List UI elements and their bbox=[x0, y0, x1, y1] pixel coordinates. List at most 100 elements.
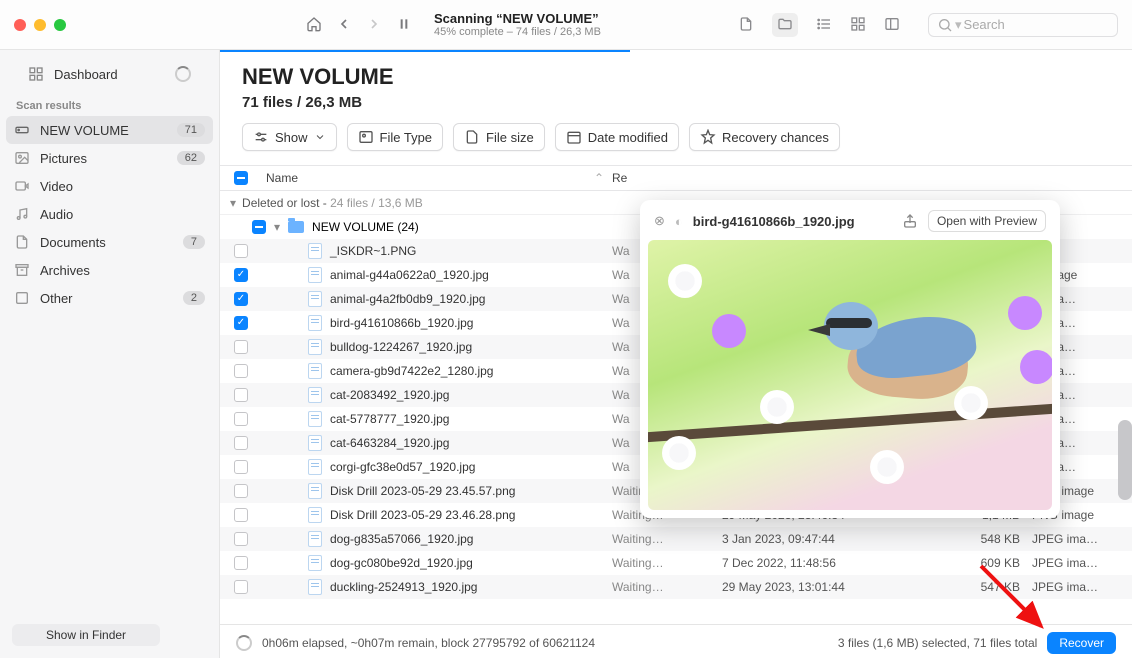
spinner-icon bbox=[236, 635, 252, 651]
date-modified: 3 Jan 2023, 09:47:44 bbox=[722, 532, 942, 546]
row-checkbox[interactable] bbox=[234, 268, 248, 282]
file-name: _ISKDR~1.PNG bbox=[330, 244, 416, 258]
file-name: dog-gc080be92d_1920.jpg bbox=[330, 556, 473, 570]
status-scan-text: 0h06m elapsed, ~0h07m remain, block 2779… bbox=[262, 636, 595, 650]
column-recovery[interactable]: Re bbox=[612, 171, 722, 185]
row-checkbox[interactable] bbox=[234, 460, 248, 474]
file-icon bbox=[308, 291, 322, 307]
file-row[interactable]: dog-gc080be92d_1920.jpg Waiting…7 Dec 202… bbox=[220, 551, 1132, 575]
date-modified: 7 Dec 2022, 11:48:56 bbox=[722, 556, 942, 570]
row-checkbox[interactable] bbox=[234, 244, 248, 258]
dashboard-icon bbox=[28, 66, 44, 82]
scan-title: Scanning “NEW VOLUME” bbox=[434, 11, 601, 26]
close-window-icon[interactable] bbox=[14, 19, 26, 31]
other-icon bbox=[14, 290, 30, 306]
sidebar-item-new-volume[interactable]: NEW VOLUME 71 bbox=[6, 116, 213, 144]
file-kind: JPEG ima… bbox=[1032, 532, 1132, 546]
pause-icon[interactable] bbox=[396, 16, 412, 34]
star-icon bbox=[700, 129, 716, 145]
row-checkbox[interactable] bbox=[234, 508, 248, 522]
column-name[interactable]: Name ⌃ bbox=[262, 171, 612, 185]
volume-title: NEW VOLUME bbox=[242, 64, 1110, 90]
file-name: bulldog-1224267_1920.jpg bbox=[330, 340, 472, 354]
close-preview-icon[interactable]: ⊗ bbox=[654, 213, 665, 229]
audio-icon bbox=[14, 206, 30, 222]
row-checkbox[interactable] bbox=[234, 532, 248, 546]
table-header: Name ⌃ Re bbox=[220, 165, 1132, 191]
file-icon bbox=[308, 411, 322, 427]
file-icon bbox=[308, 579, 322, 595]
archive-icon bbox=[14, 262, 30, 278]
file-name: bird-g41610866b_1920.jpg bbox=[330, 316, 473, 330]
file-icon bbox=[308, 243, 322, 259]
row-checkbox[interactable] bbox=[234, 556, 248, 570]
list-view-icon[interactable] bbox=[816, 16, 832, 34]
file-size-chip[interactable]: File size bbox=[453, 123, 545, 151]
folder-checkbox[interactable] bbox=[252, 220, 266, 234]
sidebar-item-other[interactable]: Other 2 bbox=[0, 284, 219, 312]
back-icon[interactable] bbox=[336, 16, 352, 34]
sidebar-item-video[interactable]: Video bbox=[0, 172, 219, 200]
search-input[interactable]: ▾ Search bbox=[928, 13, 1118, 37]
file-name: dog-g835a57066_1920.jpg bbox=[330, 532, 473, 546]
share-icon[interactable] bbox=[902, 213, 918, 230]
file-icon bbox=[308, 483, 322, 499]
sidebar-item-pictures[interactable]: Pictures 62 bbox=[0, 144, 219, 172]
row-checkbox[interactable] bbox=[234, 292, 248, 306]
file-kind: JPEG ima… bbox=[1032, 580, 1132, 594]
recovery-status: Waiting… bbox=[612, 532, 722, 546]
file-name: animal-g4a2fb0db9_1920.jpg bbox=[330, 292, 485, 306]
file-size: 548 KB bbox=[942, 532, 1032, 546]
sidebar-item-archives[interactable]: Archives bbox=[0, 256, 219, 284]
file-icon bbox=[308, 459, 322, 475]
window-controls[interactable] bbox=[14, 19, 66, 31]
sidebar-item-documents[interactable]: Documents 7 bbox=[0, 228, 219, 256]
row-checkbox[interactable] bbox=[234, 364, 248, 378]
home-icon[interactable] bbox=[306, 16, 322, 34]
volume-subtitle: 71 files / 26,3 MB bbox=[242, 94, 1110, 111]
file-name: cat-2083492_1920.jpg bbox=[330, 388, 449, 402]
row-checkbox[interactable] bbox=[234, 484, 248, 498]
grid-view-icon[interactable] bbox=[850, 16, 866, 34]
recovery-status: Waiting… bbox=[612, 556, 722, 570]
forward-icon[interactable] bbox=[366, 16, 382, 34]
open-with-preview-button[interactable]: Open with Preview bbox=[928, 210, 1046, 232]
sidebar-toggle-icon[interactable] bbox=[884, 16, 900, 34]
scrollbar-thumb[interactable] bbox=[1118, 420, 1132, 500]
scan-progress-bar bbox=[220, 50, 630, 52]
file-type-chip[interactable]: File Type bbox=[347, 123, 444, 151]
results-header: NEW VOLUME 71 files / 26,3 MB bbox=[220, 50, 1132, 123]
file-name: duckling-2524913_1920.jpg bbox=[330, 580, 477, 594]
recover-button[interactable]: Recover bbox=[1047, 632, 1116, 654]
file-name: cat-5778777_1920.jpg bbox=[330, 412, 449, 426]
show-in-finder-button[interactable]: Show in Finder bbox=[12, 624, 160, 646]
zoom-window-icon[interactable] bbox=[54, 19, 66, 31]
minimize-window-icon[interactable] bbox=[34, 19, 46, 31]
show-chip[interactable]: Show bbox=[242, 123, 337, 151]
row-checkbox[interactable] bbox=[234, 412, 248, 426]
sidebar-section-label: Scan results bbox=[0, 88, 219, 116]
file-name: cat-6463284_1920.jpg bbox=[330, 436, 449, 450]
folder-view-icon[interactable] bbox=[772, 13, 798, 37]
row-checkbox[interactable] bbox=[234, 436, 248, 450]
spinner-icon bbox=[175, 66, 191, 82]
select-all-checkbox[interactable] bbox=[234, 171, 248, 185]
drive-icon bbox=[14, 122, 30, 138]
recovery-chances-chip[interactable]: Recovery chances bbox=[689, 123, 840, 151]
row-checkbox[interactable] bbox=[234, 580, 248, 594]
file-view-icon[interactable] bbox=[738, 16, 754, 34]
video-icon bbox=[14, 178, 30, 194]
row-checkbox[interactable] bbox=[234, 316, 248, 330]
file-row[interactable]: duckling-2524913_1920.jpgWaiting…29 May … bbox=[220, 575, 1132, 599]
recovery-status: Waiting… bbox=[612, 580, 722, 594]
row-checkbox[interactable] bbox=[234, 340, 248, 354]
photo-icon bbox=[14, 150, 30, 166]
file-row[interactable]: dog-g835a57066_1920.jpg Waiting…3 Jan 202… bbox=[220, 527, 1132, 551]
file-icon bbox=[308, 339, 322, 355]
file-size: 609 KB bbox=[942, 556, 1032, 570]
sliders-icon bbox=[253, 129, 269, 145]
date-modified-chip[interactable]: Date modified bbox=[555, 123, 679, 151]
sidebar-dashboard[interactable]: Dashboard bbox=[14, 60, 205, 88]
row-checkbox[interactable] bbox=[234, 388, 248, 402]
sidebar-item-audio[interactable]: Audio bbox=[0, 200, 219, 228]
